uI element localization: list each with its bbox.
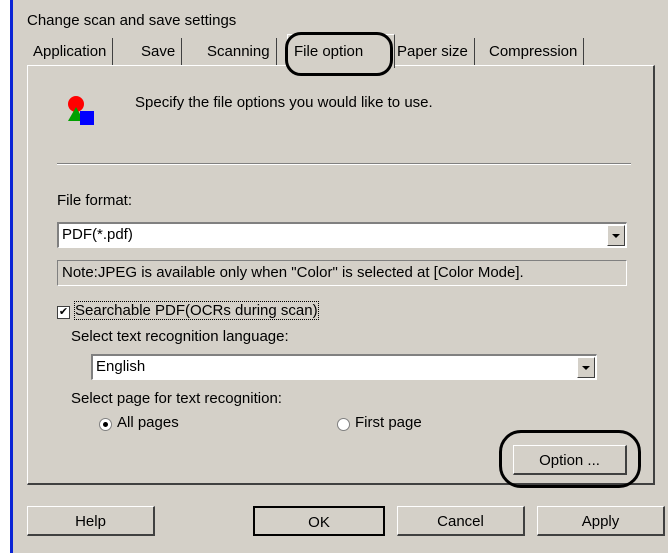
radio-first-page[interactable] — [337, 418, 350, 431]
highlight-circle-option — [499, 430, 641, 488]
file-format-note: Note:JPEG is available only when "Color"… — [57, 260, 627, 286]
ok-button[interactable]: OK — [253, 506, 385, 536]
help-button[interactable]: Help — [27, 506, 155, 536]
radio-first-page-label[interactable]: First page — [355, 414, 422, 431]
checkmark-icon: ✔ — [58, 306, 69, 318]
searchable-pdf-checkbox[interactable]: ✔ — [57, 306, 70, 319]
header-description: Specify the file options you would like … — [135, 94, 433, 111]
file-format-select[interactable]: PDF(*.pdf) — [57, 222, 627, 248]
header-separator — [57, 163, 631, 165]
file-format-value: PDF(*.pdf) — [62, 226, 133, 243]
language-select[interactable]: English — [91, 354, 597, 380]
language-label: Select text recognition language: — [71, 328, 289, 345]
tab-scanning[interactable]: Scanning — [201, 38, 277, 65]
cancel-button[interactable]: Cancel — [397, 506, 525, 536]
file-format-label: File format: — [57, 192, 133, 209]
settings-dialog: Change scan and save settings Applicatio… — [10, 0, 668, 553]
file-options-icon — [68, 96, 94, 125]
apply-button[interactable]: Apply — [537, 506, 665, 536]
tab-save[interactable]: Save — [135, 38, 183, 65]
chevron-down-icon[interactable] — [577, 357, 595, 378]
tab-application[interactable]: Application — [27, 38, 114, 65]
page-selection-label: Select page for text recognition: — [71, 390, 282, 407]
radio-all-pages[interactable] — [99, 418, 112, 431]
searchable-pdf-label[interactable]: Searchable PDF(OCRs during scan) — [74, 301, 319, 320]
language-value: English — [96, 358, 146, 375]
dialog-title: Change scan and save settings — [27, 12, 237, 29]
tab-compression[interactable]: Compression — [483, 38, 585, 65]
radio-all-pages-label[interactable]: All pages — [117, 414, 179, 431]
highlight-circle-tab — [285, 32, 393, 76]
chevron-down-icon[interactable] — [607, 225, 625, 246]
tab-paper-size[interactable]: Paper size — [391, 38, 475, 65]
